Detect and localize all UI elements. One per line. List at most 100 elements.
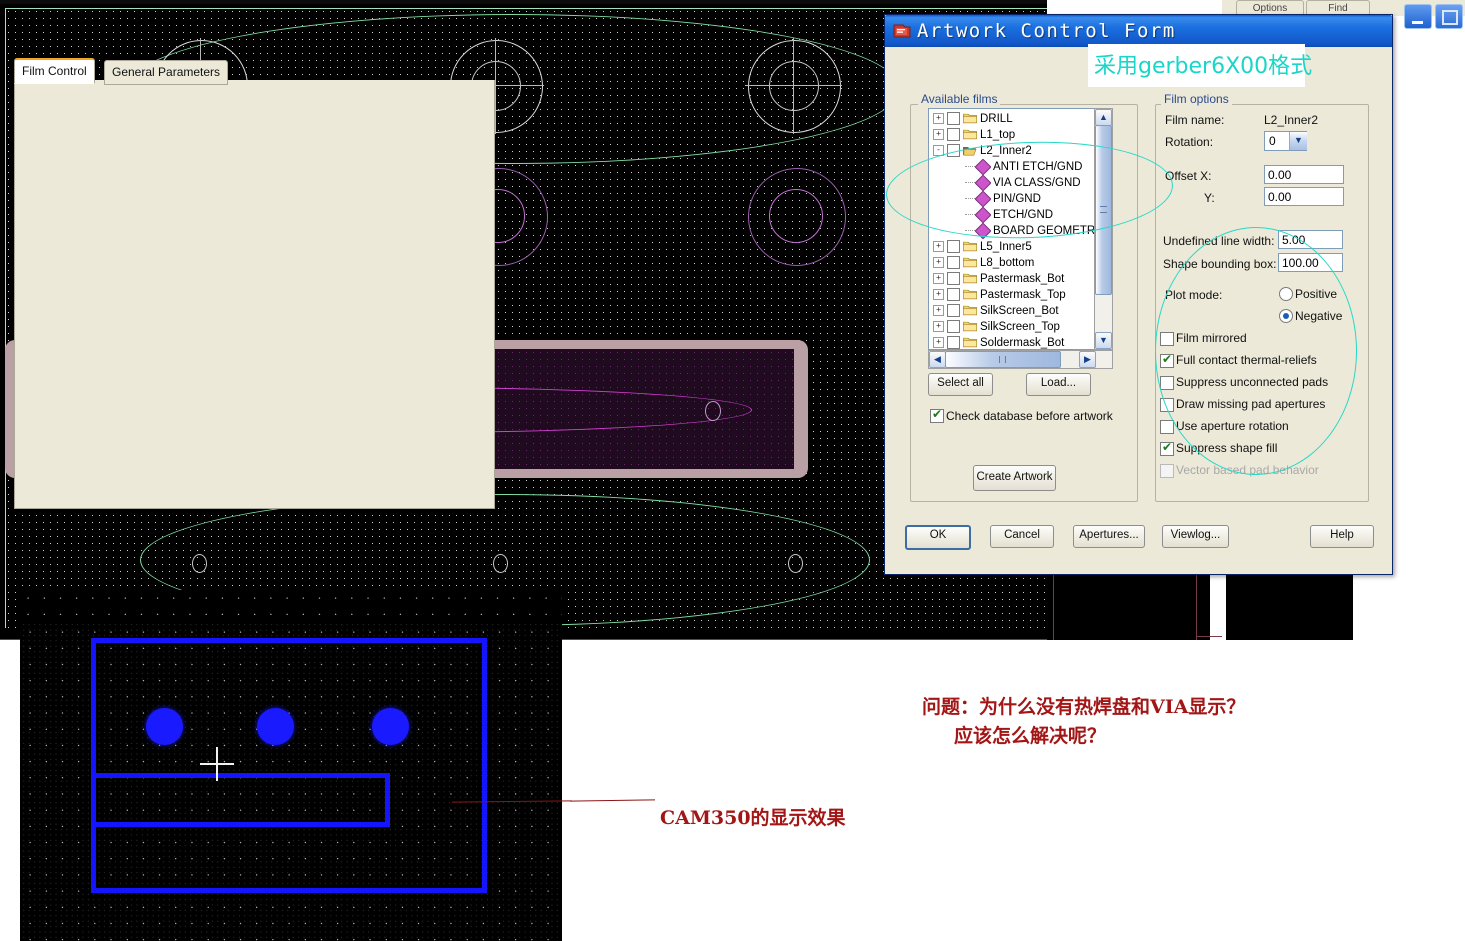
tree-hscroll-thumb[interactable] (945, 351, 1061, 368)
film-checkbox[interactable] (947, 256, 960, 270)
cam-cursor-vertical (216, 747, 218, 781)
film-checkbox[interactable] (947, 272, 960, 286)
tree-node-label: L5_Inner5 (980, 241, 1032, 253)
cam-pad-3 (372, 708, 409, 745)
film-checkbox[interactable] (947, 336, 960, 349)
expand-icon[interactable]: + (933, 321, 944, 333)
tree-node-label: Pastermask_Bot (980, 273, 1065, 285)
tree-node[interactable]: BOARD GEOMETRY/ (965, 222, 1094, 240)
scroll-up-arrow-icon[interactable]: ▲ (1095, 109, 1112, 126)
film-mirrored-checkbox[interactable] (1160, 332, 1174, 346)
tree-node[interactable]: + L5_Inner5 (933, 239, 1032, 255)
cam-leader-line-2 (569, 799, 656, 802)
expand-icon[interactable]: + (933, 129, 944, 141)
tree-node[interactable]: VIA CLASS/GND (965, 174, 1081, 192)
plot-mode-label: Plot mode: (1165, 288, 1223, 302)
plot-mode-positive-radio[interactable] (1279, 287, 1293, 301)
layer-diamond-icon (974, 174, 992, 192)
offset-y-label: Y: (1204, 191, 1215, 205)
film-checkbox[interactable] (947, 240, 960, 254)
tree-node[interactable]: + DRILL (933, 111, 1013, 127)
check-database-checkbox[interactable] (930, 407, 944, 423)
expand-icon[interactable]: + (933, 337, 944, 349)
use-aperture-rotation-checkbox[interactable] (1160, 420, 1174, 434)
minimize-button[interactable] (1404, 4, 1432, 29)
film-checkbox[interactable] (947, 304, 960, 318)
maximize-button[interactable] (1435, 4, 1463, 29)
scroll-down-arrow-icon[interactable]: ▼ (1095, 332, 1112, 349)
tab-general-parameters[interactable]: General Parameters (104, 60, 229, 85)
offset-x-input[interactable]: 0.00 (1264, 165, 1344, 184)
cam-pad-2 (257, 708, 294, 745)
expand-icon[interactable]: + (933, 257, 944, 269)
full-contact-thermal-reliefs-checkbox[interactable] (1160, 352, 1174, 368)
cam350-canvas[interactable] (20, 620, 562, 941)
tree-vertical-scrollbar[interactable]: ▲ ▼ (1094, 108, 1113, 350)
collapse-icon[interactable]: - (933, 145, 944, 157)
use-aperture-rotation-label: Use aperture rotation (1176, 419, 1289, 433)
expand-icon[interactable]: + (933, 241, 944, 253)
create-artwork-button[interactable]: Create Artwork (973, 465, 1056, 491)
via-marker-right (705, 401, 721, 421)
load-button[interactable]: Load... (1026, 373, 1091, 396)
draw-missing-pad-apertures-checkbox[interactable] (1160, 398, 1174, 412)
tree-horizontal-scrollbar[interactable]: ◀ ▶ (928, 350, 1113, 369)
right-pink-divider-3 (1196, 636, 1222, 637)
suppress-unconnected-pads-label: Suppress unconnected pads (1176, 375, 1329, 389)
tree-node[interactable]: - L2_Inner2 (933, 143, 1032, 159)
tree-node[interactable]: ETCH/GND (965, 206, 1053, 224)
plot-mode-negative-radio[interactable] (1279, 309, 1293, 323)
cancel-button[interactable]: Cancel (990, 525, 1054, 548)
offset-y-input[interactable]: 0.00 (1264, 187, 1344, 206)
shape-bounding-box-input[interactable]: 100.00 (1278, 253, 1343, 272)
expand-icon[interactable]: + (933, 289, 944, 301)
suppress-unconnected-pads-checkbox[interactable] (1160, 376, 1174, 390)
film-checkbox[interactable] (947, 128, 960, 142)
right-pink-divider-2 (1196, 575, 1197, 640)
tree-node[interactable]: + SilkScreen_Bot (933, 303, 1059, 319)
tree-node[interactable]: ANTI ETCH/GND (965, 158, 1082, 176)
viewlog-button[interactable]: Viewlog... (1162, 525, 1229, 548)
dialog-title: Artwork Control Form (917, 20, 1176, 42)
film-checkbox[interactable] (947, 144, 960, 158)
tree-node-label: PIN/GND (993, 193, 1041, 205)
anti-etch-pad-inner-3 (769, 189, 823, 243)
gerber-format-note: 采用gerber6X00格式 (1088, 44, 1312, 87)
apertures-button[interactable]: Apertures... (1073, 525, 1145, 548)
film-options-label: Film options (1161, 92, 1232, 106)
expand-icon[interactable]: + (933, 113, 944, 125)
film-checkbox[interactable] (947, 288, 960, 302)
layer-diamond-icon (974, 206, 992, 224)
film-checkbox[interactable] (947, 112, 960, 126)
tree-node-label: DRILL (980, 113, 1013, 125)
cam350-annotation: CAM350的显示效果 (660, 807, 846, 829)
expand-icon[interactable]: + (933, 273, 944, 285)
tree-node[interactable]: + Pastermask_Bot (933, 271, 1064, 287)
cam-slot-bottom (91, 822, 390, 827)
help-button[interactable]: Help (1310, 525, 1374, 548)
tab-film-control[interactable]: Film Control (14, 58, 95, 84)
undefined-line-width-input[interactable]: 5.00 (1278, 230, 1343, 249)
chevron-down-icon[interactable]: ▼ (1289, 132, 1307, 150)
pad-crosshair-v-3 (793, 38, 794, 134)
scroll-left-arrow-icon[interactable]: ◀ (929, 351, 946, 368)
tree-node-label: L2_Inner2 (980, 145, 1032, 157)
right-black-strip-2 (1200, 575, 1210, 640)
scroll-right-arrow-icon[interactable]: ▶ (1079, 351, 1096, 368)
tree-node[interactable]: + Soldermask_Bot (933, 335, 1064, 349)
tree-node[interactable]: PIN/GND (965, 190, 1041, 208)
select-all-button[interactable]: Select all (928, 373, 993, 396)
ok-button[interactable]: OK (905, 525, 971, 550)
available-films-tree[interactable]: + DRILL + L1_top - L2_Inner2 ANTI ETCH/GND VIA … (928, 108, 1095, 350)
expand-icon[interactable]: + (933, 305, 944, 317)
tree-vscroll-thumb[interactable] (1095, 125, 1112, 295)
folder-icon (963, 241, 977, 252)
tree-node[interactable]: + L1_top (933, 127, 1015, 143)
suppress-shape-fill-checkbox[interactable] (1160, 440, 1174, 456)
tree-node[interactable]: + SilkScreen_Top (933, 319, 1060, 335)
film-checkbox[interactable] (947, 320, 960, 334)
pad-crosshair-v-2 (495, 38, 496, 134)
tree-node[interactable]: + Pastermask_Top (933, 287, 1066, 303)
tree-node[interactable]: + L8_bottom (933, 255, 1034, 271)
film-name-label: Film name: (1165, 113, 1225, 127)
